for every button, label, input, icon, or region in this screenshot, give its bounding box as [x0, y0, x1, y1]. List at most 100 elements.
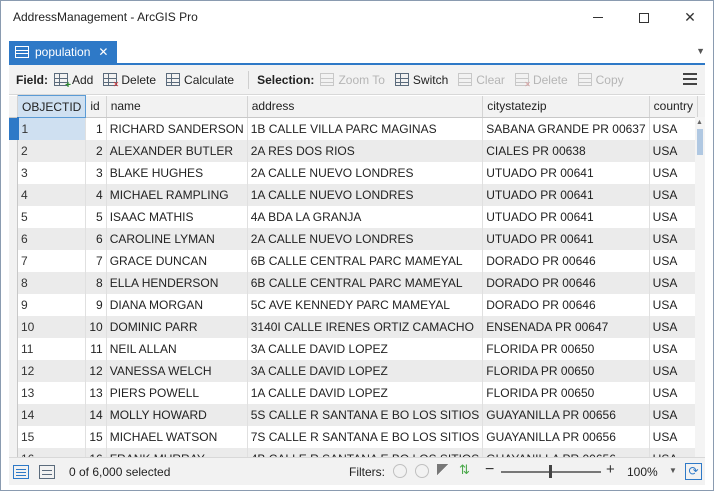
calculate-field-button[interactable]: Calculate: [166, 73, 234, 87]
hamburger-menu-icon[interactable]: [683, 73, 697, 85]
row-selector[interactable]: [9, 271, 18, 294]
table-row[interactable]: 11 11 NEIL ALLAN 3A CALLE DAVID LOPEZ FLORID…: [9, 337, 705, 360]
cell-address[interactable]: 5S CALLE R SANTANA E BO LOS SITIOS: [247, 403, 484, 426]
column-header-address[interactable]: address: [247, 95, 484, 118]
cell-citystatezip[interactable]: GUAYANILLA PR 00656: [482, 403, 650, 426]
sort-filter-icon[interactable]: ⇅: [459, 462, 473, 477]
table-row[interactable]: 14 14 MOLLY HOWARD 5S CALLE R SANTANA E BO …: [9, 403, 705, 426]
row-selector[interactable]: [9, 249, 18, 272]
cell-address[interactable]: 4A BDA LA GRANJA: [247, 205, 484, 228]
extent-filter-icon[interactable]: [393, 464, 407, 478]
column-header-name[interactable]: name: [106, 95, 248, 118]
cell-objectid[interactable]: 16: [17, 447, 87, 457]
copy-button[interactable]: Copy: [577, 73, 624, 87]
cell-id[interactable]: 8: [85, 271, 107, 294]
cell-address[interactable]: 6B CALLE CENTRAL PARC MAMEYAL: [247, 249, 484, 272]
minimize-button[interactable]: [575, 1, 621, 34]
cell-id[interactable]: 13: [85, 381, 107, 404]
show-selected-records-icon[interactable]: [39, 464, 55, 479]
cell-citystatezip[interactable]: FLORIDA PR 00650: [482, 337, 650, 360]
scroll-up-icon[interactable]: ▲: [696, 119, 703, 126]
table-row[interactable]: 8 8 ELLA HENDERSON 6B CALLE CENTRAL PARC MA…: [9, 271, 705, 294]
cell-address[interactable]: 1A CALLE DAVID LOPEZ: [247, 381, 484, 404]
cell-country[interactable]: USA: [649, 271, 699, 294]
column-header-id[interactable]: id: [85, 95, 107, 118]
cell-country[interactable]: USA: [649, 139, 699, 162]
table-row[interactable]: 10 10 DOMINIC PARR 3140I CALLE IRENES ORTIZ…: [9, 315, 705, 338]
column-header-citystatezip[interactable]: citystatezip: [482, 95, 650, 118]
row-selector[interactable]: [9, 227, 18, 250]
cell-citystatezip[interactable]: FLORIDA PR 00650: [482, 359, 650, 382]
cell-name[interactable]: BLAKE HUGHES: [106, 161, 248, 184]
cell-citystatezip[interactable]: GUAYANILLA PR 00656: [482, 425, 650, 448]
delete-selection-button[interactable]: Delete: [514, 73, 568, 89]
cell-citystatezip[interactable]: UTUADO PR 00641: [482, 183, 650, 206]
row-selector[interactable]: [9, 359, 18, 382]
row-selector[interactable]: [9, 381, 18, 404]
row-selector[interactable]: [9, 205, 18, 228]
cell-id[interactable]: 6: [85, 227, 107, 250]
cell-address[interactable]: 2A RES DOS RIOS: [247, 139, 484, 162]
zoom-to-button[interactable]: Zoom To: [320, 73, 385, 87]
cell-citystatezip[interactable]: FLORIDA PR 00650: [482, 381, 650, 404]
cell-citystatezip[interactable]: CIALES PR 00638: [482, 139, 650, 162]
cell-name[interactable]: DIANA MORGAN: [106, 293, 248, 316]
cell-name[interactable]: DOMINIC PARR: [106, 315, 248, 338]
cell-citystatezip[interactable]: UTUADO PR 00641: [482, 205, 650, 228]
cell-id[interactable]: 9: [85, 293, 107, 316]
cell-address[interactable]: 1A CALLE NUEVO LONDRES: [247, 183, 484, 206]
cell-address[interactable]: 3A CALLE DAVID LOPEZ: [247, 337, 484, 360]
row-selector[interactable]: [9, 139, 18, 162]
table-row[interactable]: 1 1 RICHARD SANDERSON 1B CALLE VILLA PARC M…: [9, 117, 705, 140]
cell-address[interactable]: 2A CALLE NUEVO LONDRES: [247, 161, 484, 184]
cell-name[interactable]: ISAAC MATHIS: [106, 205, 248, 228]
query-filter-icon[interactable]: [437, 464, 451, 478]
column-header-objectid[interactable]: OBJECTID: [16, 95, 87, 118]
cell-objectid[interactable]: 12: [17, 359, 87, 382]
cell-name[interactable]: MICHAEL WATSON: [106, 425, 248, 448]
clear-selection-button[interactable]: Clear: [458, 73, 505, 87]
cell-id[interactable]: 14: [85, 403, 107, 426]
cell-objectid[interactable]: 1: [16, 117, 87, 140]
cell-country[interactable]: USA: [649, 425, 699, 448]
table-row[interactable]: 4 4 MICHAEL RAMPLING 1A CALLE NUEVO LONDRES…: [9, 183, 705, 206]
cell-address[interactable]: 7S CALLE R SANTANA E BO LOS SITIOS: [247, 425, 484, 448]
cell-citystatezip[interactable]: GUAYANILLA PR 00656: [482, 447, 650, 457]
cell-address[interactable]: 5C AVE KENNEDY PARC MAMEYAL: [247, 293, 484, 316]
cell-address[interactable]: 6B CALLE CENTRAL PARC MAMEYAL: [247, 271, 484, 294]
row-selector[interactable]: [9, 447, 18, 457]
cell-name[interactable]: ELLA HENDERSON: [106, 271, 248, 294]
tab-close-icon[interactable]: ✕: [98, 45, 108, 59]
cell-address[interactable]: 4B CALLE R SANTANA E BO LOS SITIOS: [247, 447, 484, 457]
cell-address[interactable]: 2A CALLE NUEVO LONDRES: [247, 227, 484, 250]
zoom-slider-thumb[interactable]: [549, 465, 552, 478]
cell-country[interactable]: USA: [649, 359, 699, 382]
cell-id[interactable]: 2: [85, 139, 107, 162]
cell-objectid[interactable]: 7: [17, 249, 87, 272]
scrollbar-thumb[interactable]: [697, 129, 703, 155]
tab-dropdown-icon[interactable]: ▼: [696, 46, 705, 56]
table-row[interactable]: 9 9 DIANA MORGAN 5C AVE KENNEDY PARC MAMEYA…: [9, 293, 705, 316]
cell-citystatezip[interactable]: UTUADO PR 00641: [482, 161, 650, 184]
cell-country[interactable]: USA: [649, 315, 699, 338]
cell-name[interactable]: MOLLY HOWARD: [106, 403, 248, 426]
cell-name[interactable]: RICHARD SANDERSON: [106, 117, 248, 140]
zoom-in-icon[interactable]: +: [606, 461, 615, 478]
maximize-button[interactable]: [621, 1, 667, 34]
cell-objectid[interactable]: 9: [17, 293, 87, 316]
cell-id[interactable]: 4: [85, 183, 107, 206]
cell-citystatezip[interactable]: UTUADO PR 00641: [482, 227, 650, 250]
cell-country[interactable]: USA: [649, 205, 699, 228]
cell-id[interactable]: 12: [85, 359, 107, 382]
cell-country[interactable]: USA: [649, 249, 699, 272]
refresh-icon[interactable]: ⟳: [685, 463, 702, 480]
cell-citystatezip[interactable]: ENSENADA PR 00647: [482, 315, 650, 338]
cell-country[interactable]: USA: [649, 293, 699, 316]
cell-name[interactable]: VANESSA WELCH: [106, 359, 248, 382]
row-selector[interactable]: [9, 161, 18, 184]
table-row[interactable]: 2 2 ALEXANDER BUTLER 2A RES DOS RIOS CIALES …: [9, 139, 705, 162]
cell-objectid[interactable]: 6: [17, 227, 87, 250]
cell-id[interactable]: 10: [85, 315, 107, 338]
zoom-out-icon[interactable]: −: [485, 461, 494, 479]
cell-id[interactable]: 15: [85, 425, 107, 448]
